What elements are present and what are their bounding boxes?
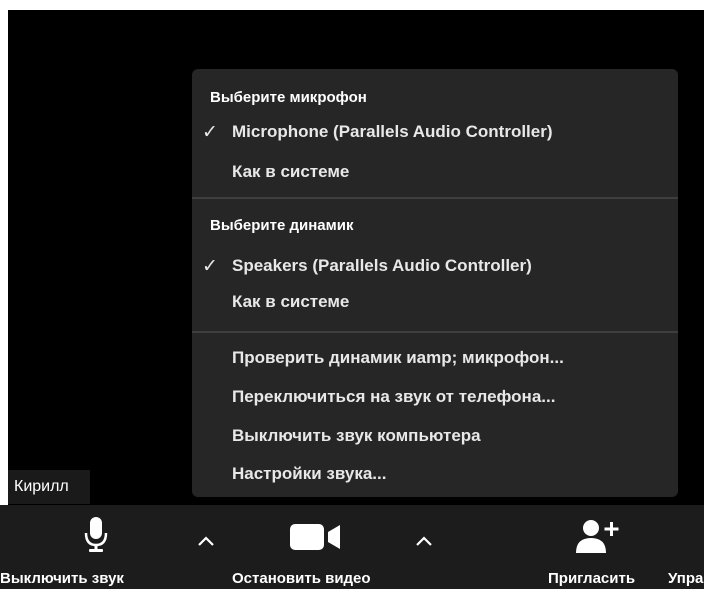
menu-item-microphone-system[interactable]: Как в системе	[202, 157, 668, 187]
stop-video-label: Остановить видео	[232, 570, 371, 587]
video-options-chevron-up-icon[interactable]	[412, 531, 436, 551]
audio-options-chevron-up-icon[interactable]	[194, 531, 218, 551]
menu-item-label: Выключить звук компьютера	[232, 426, 481, 445]
manage-label: Упра	[668, 570, 704, 587]
menu-item-label: Speakers (Parallels Audio Controller)	[232, 256, 532, 275]
invite-button[interactable]: Пригласить	[540, 505, 660, 589]
add-person-icon	[576, 520, 619, 553]
stop-video-button[interactable]: Остановить видео	[228, 505, 408, 589]
manage-participants-button[interactable]: Упра	[666, 505, 704, 589]
invite-label: Пригласить	[548, 570, 636, 587]
participant-name: Кирилл	[14, 478, 69, 495]
menu-item-microphone-parallels[interactable]: ✓ Microphone (Parallels Audio Controller…	[202, 117, 668, 147]
microphone-icon	[84, 517, 108, 552]
mute-label: Выключить звук	[0, 570, 124, 587]
mute-button[interactable]: Выключить звук	[0, 505, 190, 589]
menu-item-label: Как в системе	[232, 292, 350, 311]
menu-item-speaker-parallels[interactable]: ✓ Speakers (Parallels Audio Controller)	[202, 251, 668, 281]
checkmark-icon: ✓	[202, 255, 218, 277]
menu-divider	[192, 197, 678, 199]
microphone-section-header: Выберите микрофон	[210, 89, 367, 106]
meeting-toolbar: Выключить звук Остановить видео Пригласи…	[0, 505, 704, 589]
menu-item-label: Настройки звука...	[232, 464, 387, 483]
menu-divider	[192, 331, 678, 333]
menu-item-test-speaker-mic[interactable]: Проверить динамик иamp; микрофон...	[202, 343, 668, 373]
menu-item-label: Проверить динамик иamp; микрофон...	[232, 348, 564, 367]
participant-name-tag: Кирилл	[8, 470, 90, 504]
menu-item-speaker-system[interactable]: Как в системе	[202, 287, 668, 317]
checkmark-icon: ✓	[202, 121, 218, 143]
audio-settings-menu: Выберите микрофон ✓ Microphone (Parallel…	[192, 69, 678, 497]
menu-item-switch-phone-audio[interactable]: Переключиться на звук от телефона...	[202, 382, 668, 412]
menu-item-label: Переключиться на звук от телефона...	[232, 387, 556, 406]
menu-item-label: Как в системе	[232, 162, 350, 181]
video-camera-icon	[290, 524, 340, 550]
menu-item-label: Microphone (Parallels Audio Controller)	[232, 122, 553, 141]
menu-item-audio-settings[interactable]: Настройки звука...	[202, 459, 668, 489]
menu-item-leave-computer-audio[interactable]: Выключить звук компьютера	[202, 421, 668, 451]
speaker-section-header: Выберите динамик	[210, 217, 354, 234]
